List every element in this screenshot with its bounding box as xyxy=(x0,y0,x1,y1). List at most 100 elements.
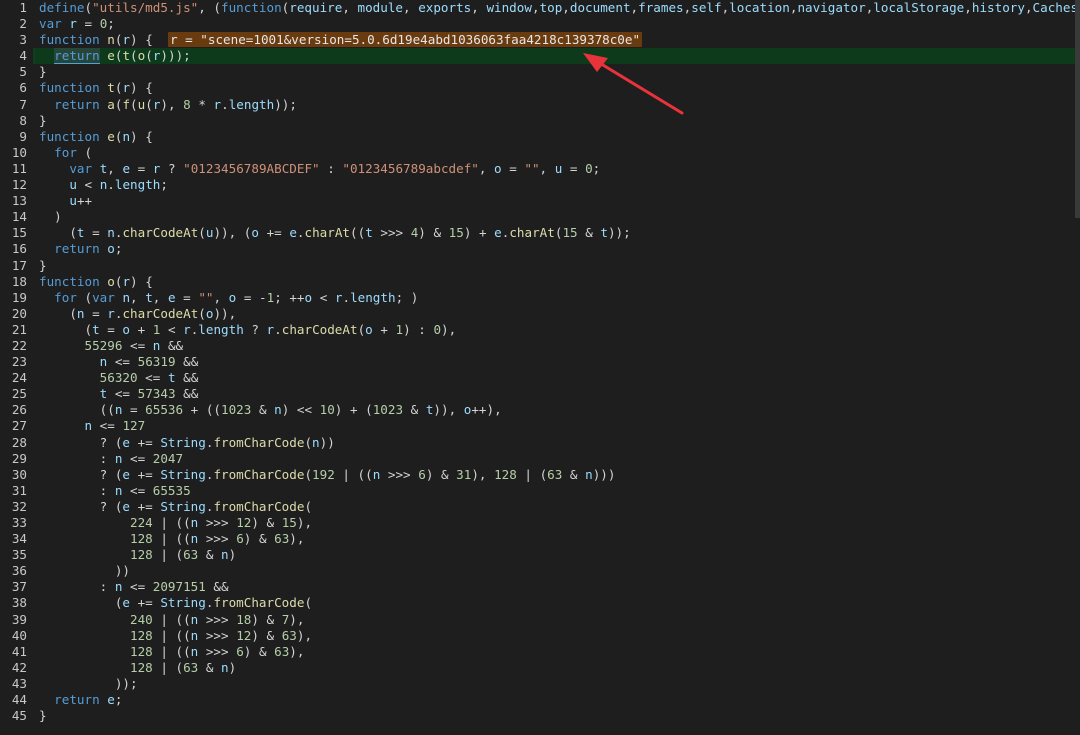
line-number: 27 xyxy=(11,418,27,434)
code-area[interactable]: 1 define("utils/md5.js", (function(requir… xyxy=(12,0,1080,735)
line-number: 3 xyxy=(19,32,27,48)
code-line[interactable]: 38 (e += String.fromCharCode( xyxy=(12,595,1080,611)
code-text: u++ xyxy=(69,193,93,209)
code-line[interactable]: 33 224 | ((n >>> 12) & 15), xyxy=(12,515,1080,531)
code-line[interactable]: 23 n <= 56319 && xyxy=(12,354,1080,370)
code-text: 128 | (63 & n) xyxy=(130,547,237,563)
code-text: (e += String.fromCharCode( xyxy=(39,595,313,611)
line-number: 40 xyxy=(11,627,27,643)
line-number: 2 xyxy=(19,16,27,32)
code-text: function o(r) { xyxy=(39,273,153,289)
code-line[interactable]: 16 return o; xyxy=(12,241,1080,257)
code-text: ? (e += String.fromCharCode(n)) xyxy=(39,434,335,450)
code-line[interactable]: 42 128 | (63 & n) xyxy=(12,659,1080,676)
inline-debug-value: r = "scene=1001&version=5.0.6d19e4abd103… xyxy=(167,32,643,48)
code-line[interactable]: 17} xyxy=(12,257,1080,274)
code-line[interactable]: 45} xyxy=(12,708,1080,724)
code-line[interactable]: 39 240 | ((n >>> 18) & 7), xyxy=(12,611,1080,628)
code-text: : n <= 65535 xyxy=(39,482,191,498)
code-line[interactable]: 2 var r = 0; xyxy=(19,16,1080,32)
code-line[interactable]: 11 var t, e = r ? "0123456789ABCDEF" : "… xyxy=(12,161,1080,177)
code-line[interactable]: 35 128 | (63 & n) xyxy=(12,547,1080,563)
code-text: 240 | ((n >>> 18) & 7), xyxy=(130,611,305,627)
code-line[interactable]: 22 55296 <= n && xyxy=(12,338,1080,354)
code-text: function t(r) { xyxy=(39,80,153,96)
code-text: return a(f(u(r), 8 * r.length)); xyxy=(54,96,297,112)
code-text: ((n = 65536 + ((1023 & n) << 10) + (1023… xyxy=(39,402,502,418)
code-text: return e(t(o(r))); xyxy=(54,48,191,65)
line-number: 38 xyxy=(11,595,27,611)
line-number: 12 xyxy=(11,177,27,193)
code-text: )) xyxy=(39,563,130,579)
code-text: function e(n) { xyxy=(39,128,153,144)
code-text: } xyxy=(39,257,47,273)
line-number: 41 xyxy=(11,643,27,659)
code-text: function n(r) { r = "scene=1001&version=… xyxy=(39,32,643,48)
code-line[interactable]: 5} xyxy=(19,64,1080,80)
code-line[interactable]: 14 ) xyxy=(12,209,1080,225)
code-line[interactable]: 40 128 | ((n >>> 12) & 63), xyxy=(12,628,1080,644)
code-line[interactable]: 21 (t = o + 1 < r.length ? r.charCodeAt(… xyxy=(12,321,1080,338)
code-line[interactable]: 19 for (var n, t, e = "", o = -1; ++o < … xyxy=(12,290,1080,306)
code-line[interactable]: 26 ((n = 65536 + ((1023 & n) << 10) + (1… xyxy=(12,402,1080,418)
code-text: (t = o + 1 < r.length ? r.charCodeAt(o +… xyxy=(39,321,457,337)
line-number: 6 xyxy=(19,80,27,96)
current-line-highlight xyxy=(35,48,1080,65)
code-text: return e; xyxy=(54,692,123,708)
code-text: (n = r.charCodeAt(o)), xyxy=(39,305,237,321)
vertical-scrollbar[interactable] xyxy=(1075,0,1080,218)
code-line[interactable]: 4 return e(t(o(r))); xyxy=(19,48,1080,65)
code-line[interactable]: 30 ? (e += String.fromCharCode(192 | ((n… xyxy=(12,467,1080,483)
code-line[interactable]: 37 : n <= 2097151 && xyxy=(12,579,1080,595)
code-text: var r = 0; xyxy=(39,16,115,32)
line-number: 25 xyxy=(11,386,27,402)
line-number: 39 xyxy=(11,611,27,627)
line-number: 33 xyxy=(11,515,27,530)
code-line[interactable]: 6 function t(r) { xyxy=(19,80,1080,96)
code-line[interactable]: 3 function n(r) { r = "scene=1001&version… xyxy=(19,32,1080,48)
line-number: 35 xyxy=(11,547,27,563)
code-line[interactable]: 28 ? (e += String.fromCharCode(n)) xyxy=(12,434,1080,451)
line-number: 44 xyxy=(11,692,27,708)
line-number: 18 xyxy=(11,273,27,289)
code-line[interactable]: 9 function e(n) { xyxy=(19,128,1080,145)
code-line[interactable]: 10 for ( xyxy=(12,144,1080,161)
code-line[interactable]: 31 : n <= 65535 xyxy=(12,482,1080,499)
code-editor[interactable]: 1 define("utils/md5.js", (function(requir… xyxy=(0,0,1080,735)
code-line[interactable]: 41 128 | ((n >>> 6) & 63), xyxy=(12,644,1080,660)
line-number: 13 xyxy=(11,193,27,209)
line-number: 5 xyxy=(19,64,27,80)
code-line[interactable]: 12 u < n.length; xyxy=(12,177,1080,193)
code-line[interactable]: 34 128 | ((n >>> 6) & 63), xyxy=(12,531,1080,547)
code-line[interactable]: 29 : n <= 2047 xyxy=(12,451,1080,467)
code-line[interactable]: 44 return e; xyxy=(12,692,1080,708)
line-number: 34 xyxy=(11,531,27,547)
code-line[interactable]: 20 (n = r.charCodeAt(o)), xyxy=(12,305,1080,322)
code-line[interactable]: 1 define("utils/md5.js", (function(requir… xyxy=(19,0,1080,16)
code-line[interactable]: 27 n <= 127 xyxy=(12,418,1080,434)
line-number: 21 xyxy=(11,321,27,337)
line-number: 20 xyxy=(11,305,27,321)
code-text: 224 | ((n >>> 12) & 15), xyxy=(130,515,313,530)
line-number: 31 xyxy=(11,482,27,498)
code-text: return o; xyxy=(54,241,123,257)
code-text: for ( xyxy=(54,144,93,160)
code-line[interactable]: 32 ? (e += String.fromCharCode( xyxy=(12,499,1080,515)
line-number: 7 xyxy=(19,96,27,112)
code-line[interactable]: 15 (t = n.charCodeAt(u)), (o += e.charAt… xyxy=(12,225,1080,241)
code-line[interactable]: 13 u++ xyxy=(12,193,1080,209)
code-line[interactable]: 7 return a(f(u(r), 8 * r.length)); xyxy=(19,96,1080,113)
code-line[interactable]: 36 )) xyxy=(12,563,1080,579)
line-number: 16 xyxy=(11,241,27,257)
code-line[interactable]: 25 t <= 57343 && xyxy=(12,386,1080,402)
line-number: 37 xyxy=(11,579,27,595)
code-line[interactable]: 24 56320 <= t && xyxy=(12,370,1080,386)
code-text: 56320 <= t && xyxy=(99,370,199,386)
code-line[interactable]: 8} xyxy=(19,113,1080,129)
code-line[interactable]: 43 )); xyxy=(12,676,1080,692)
line-number: 30 xyxy=(11,466,27,482)
code-text: 128 | (63 & n) xyxy=(130,659,237,675)
code-line[interactable]: 18 function o(r) { xyxy=(12,273,1080,290)
code-text: ) xyxy=(39,209,62,225)
code-text: n <= 56319 && xyxy=(99,354,199,370)
